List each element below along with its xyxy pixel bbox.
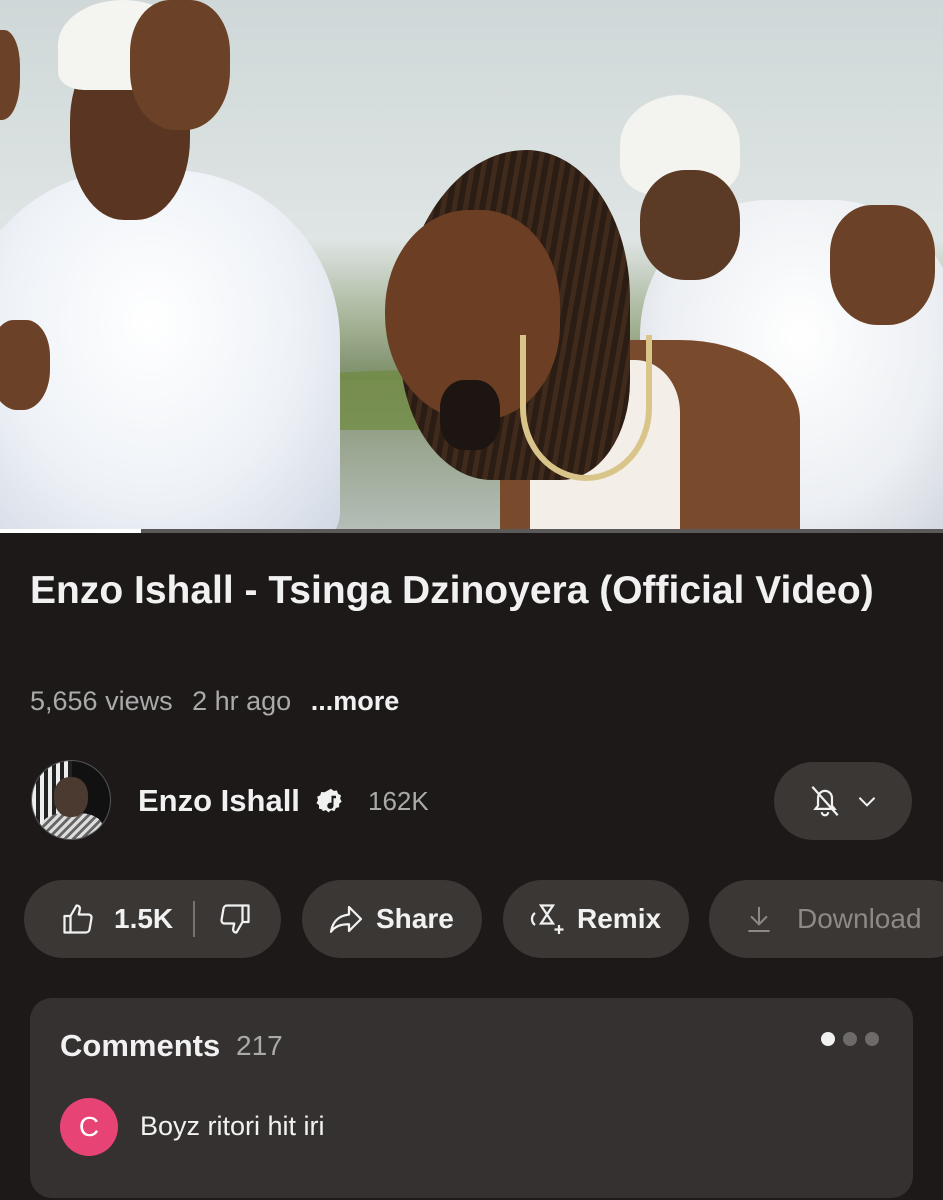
share-arrow-icon (329, 905, 363, 933)
video-progress-fill (0, 529, 142, 533)
download-label: Download (797, 903, 922, 934)
pager-dot-active (821, 1032, 835, 1046)
channel-avatar[interactable] (31, 760, 111, 840)
video-frame-dancer-right-head (640, 170, 740, 280)
download-icon (748, 907, 770, 932)
remix-button[interactable]: Remix (503, 880, 689, 958)
remix-label: Remix (577, 903, 662, 934)
thumbs-down-icon[interactable] (217, 901, 253, 937)
comments-panel[interactable]: Comments 217 C Boyz ritori hit iri (30, 998, 913, 1198)
remix-icon (530, 904, 564, 934)
video-frame-hand (830, 205, 935, 325)
commenter-avatar[interactable]: C (60, 1098, 118, 1156)
comment-text: Boyz ritori hit iri (140, 1111, 325, 1141)
like-button[interactable]: 1.5K (24, 901, 173, 937)
upload-age: 2 hr ago (192, 686, 292, 716)
like-dislike-chip: 1.5K (24, 880, 281, 958)
share-label: Share (376, 903, 454, 934)
view-count: 5,656 views (30, 686, 173, 716)
chip-separator (193, 901, 196, 937)
video-title[interactable]: Enzo Ishall - Tsinga Dzinoyera (Official… (30, 566, 910, 616)
avatar-shirt (42, 813, 102, 839)
video-frame-hand (130, 0, 230, 130)
avatar-face (54, 777, 88, 817)
comments-pager (821, 1032, 879, 1046)
video-frame-singer-chain (520, 335, 652, 481)
comments-title: Comments (60, 1028, 221, 1063)
download-button[interactable]: Download (709, 880, 943, 958)
video-frame-hand (0, 30, 20, 120)
bell-off-icon (811, 786, 839, 817)
video-player[interactable] (0, 0, 943, 533)
video-frame-hand (0, 320, 50, 410)
channel-name[interactable]: Enzo Ishall (138, 783, 300, 819)
video-frame-dancer-left (0, 170, 340, 533)
pager-dot (865, 1032, 879, 1046)
thumbs-up-icon (63, 904, 93, 934)
chevron-down-icon (858, 797, 876, 807)
video-meta[interactable]: 5,656 views 2 hr ago ...more (30, 686, 411, 717)
subscriber-count: 162K (368, 786, 429, 816)
like-count: 1.5K (114, 903, 174, 934)
subscription-bell-button[interactable] (774, 762, 912, 840)
video-progress-track[interactable] (0, 529, 943, 533)
video-frame-singer-beard (440, 380, 500, 450)
comments-count: 217 (236, 1030, 283, 1061)
verified-music-icon (316, 788, 342, 813)
pager-dot (843, 1032, 857, 1046)
share-button[interactable]: Share (302, 880, 482, 958)
more-link[interactable]: ...more (311, 686, 400, 716)
